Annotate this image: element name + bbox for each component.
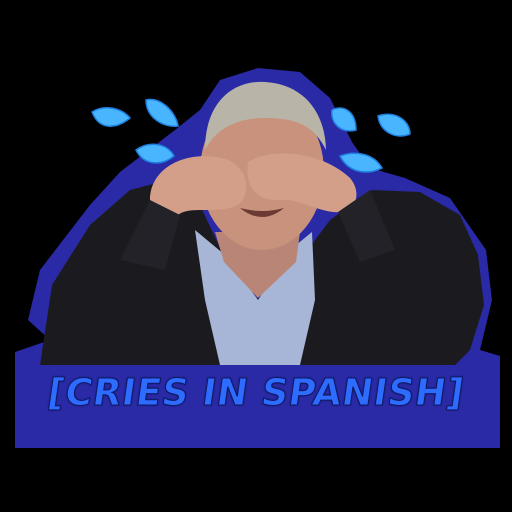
caption-banner: [CRIES IN SPANISH]	[0, 356, 512, 428]
caption-text: [CRIES IN SPANISH]	[44, 370, 468, 414]
tear-drop-icon	[91, 106, 132, 127]
tear-drop-icon	[145, 98, 179, 127]
tear-drop-icon	[377, 113, 411, 137]
sticker-illustration	[15, 68, 500, 448]
